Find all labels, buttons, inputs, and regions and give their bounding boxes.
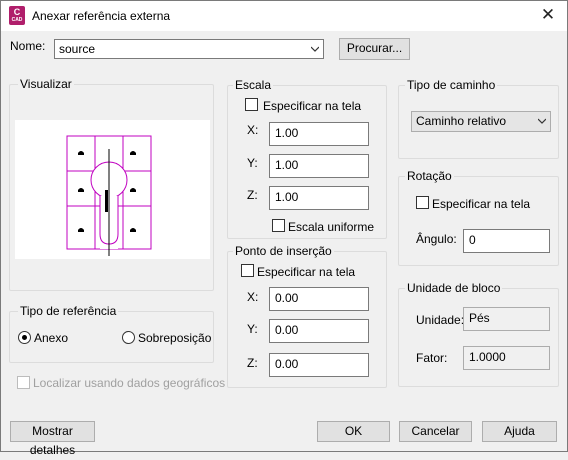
scale-x-label: X:: [247, 123, 259, 137]
scale-y-label: Y:: [247, 156, 258, 170]
geo-checkbox-label: Localizar usando dados geográficos: [33, 376, 226, 390]
insertion-specify-checkbox[interactable]: [241, 264, 254, 277]
insertion-z-label: Z:: [247, 356, 258, 370]
factor-value: 1.0000: [463, 346, 550, 370]
path-type-value: Caminho relativo: [416, 114, 507, 128]
radio-attach[interactable]: [18, 331, 31, 344]
help-button[interactable]: Ajuda: [482, 421, 557, 442]
chevron-down-icon: [538, 118, 546, 124]
uniform-scale-label: Escala uniforme: [288, 220, 375, 234]
insertion-y-label: Y:: [247, 322, 258, 336]
radio-attach-label[interactable]: Anexo: [34, 331, 68, 345]
ok-button[interactable]: OK: [317, 421, 390, 442]
radio-selected-dot: [22, 335, 27, 340]
scale-specify-label: Especificar na tela: [263, 99, 362, 113]
drawing-preview: [66, 135, 152, 256]
scale-z-input[interactable]: 1.00: [269, 186, 369, 210]
rotation-specify-label: Especificar na tela: [432, 197, 531, 211]
insertion-x-label: X:: [247, 290, 259, 304]
block-unit-group: [398, 288, 559, 387]
scale-y-input[interactable]: 1.00: [269, 154, 369, 178]
close-icon[interactable]: ✕: [533, 2, 563, 28]
name-label: Nome:: [10, 39, 46, 53]
scale-specify-checkbox[interactable]: [245, 98, 258, 111]
rotation-label: Rotação: [405, 169, 454, 183]
angle-label: Ângulo:: [416, 232, 457, 246]
browse-button[interactable]: Procurar...: [339, 38, 410, 60]
scale-x-input[interactable]: 1.00: [269, 122, 369, 146]
name-value: source: [59, 42, 96, 56]
title-bar: C CAD Anexar referência externa ✕: [1, 1, 567, 31]
scale-label: Escala: [233, 78, 274, 92]
scale-z-label: Z:: [247, 188, 258, 202]
unit-label: Unidade:: [416, 313, 465, 327]
insertion-x-input[interactable]: 0.00: [269, 287, 369, 311]
app-icon: C CAD: [9, 6, 25, 25]
block-unit-label: Unidade de bloco: [405, 281, 503, 295]
insertion-z-input[interactable]: 0.00: [269, 353, 369, 377]
preview-label: Visualizar: [18, 77, 74, 91]
cancel-button[interactable]: Cancelar: [399, 421, 472, 442]
angle-input[interactable]: 0: [463, 229, 550, 253]
reference-type-label: Tipo de referência: [18, 304, 119, 318]
radio-overlay-label[interactable]: Sobreposição: [138, 331, 211, 345]
path-type-label: Tipo de caminho: [405, 78, 498, 92]
show-details-button[interactable]: Mostrar detalhes: [10, 421, 95, 457]
chevron-down-icon: [311, 46, 319, 52]
path-type-combobox[interactable]: Caminho relativo: [411, 111, 551, 132]
attach-xref-dialog: C CAD Anexar referência externa ✕ Nome: …: [0, 0, 568, 457]
unit-value: Pés: [463, 307, 550, 331]
name-combobox[interactable]: source: [54, 39, 324, 59]
insertion-specify-label: Especificar na tela: [257, 265, 356, 279]
window-title: Anexar referência externa: [32, 9, 171, 23]
insertion-label: Ponto de inserção: [233, 244, 334, 258]
geo-checkbox[interactable]: [17, 376, 30, 389]
radio-overlay[interactable]: [122, 331, 135, 344]
uniform-scale-checkbox[interactable]: [272, 219, 285, 232]
factor-label: Fator:: [416, 351, 448, 365]
rotation-specify-checkbox[interactable]: [416, 196, 429, 209]
insertion-y-input[interactable]: 0.00: [269, 319, 369, 343]
preview-image: [15, 120, 210, 259]
